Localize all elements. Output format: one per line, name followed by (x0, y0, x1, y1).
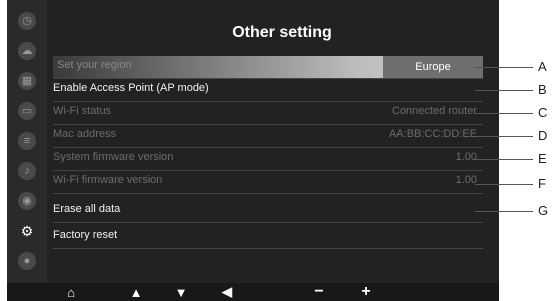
sidebar: ◷ ☁ ▦ ▭ ≡ ♪ ◉ ⚙ ● (7, 0, 47, 301)
calendar-icon[interactable]: ▦ (18, 72, 36, 90)
callout-e: E (538, 151, 547, 166)
home-icon[interactable]: ⌂ (59, 283, 83, 301)
setting-wifi-status: Wi-Fi status Connected router (53, 102, 483, 125)
callout-line-d (475, 136, 533, 137)
mac-address-label: Mac address (53, 128, 116, 140)
factory-reset-label: Factory reset (53, 229, 118, 241)
weather-icon[interactable]: ☁ (18, 42, 36, 60)
wifi-status-value: Connected router (392, 105, 477, 117)
setting-factory-reset[interactable]: Factory reset (53, 226, 483, 249)
clock-icon[interactable]: ◷ (18, 12, 36, 30)
system-firmware-label: System firmware version (53, 151, 174, 163)
wifi-firmware-value: 1.00 (455, 174, 477, 186)
setting-mac-address: Mac address AA:BB:CC:DD:EE (53, 125, 483, 148)
region-value[interactable]: Europe (383, 56, 483, 78)
callout-line-g (475, 211, 533, 212)
setting-system-firmware: System firmware version 1.00 (53, 148, 483, 171)
setting-ap-mode[interactable]: Enable Access Point (AP mode) (53, 79, 483, 102)
callout-line-a (475, 67, 533, 68)
callout-f: F (538, 176, 546, 191)
system-firmware-value: 1.00 (455, 151, 477, 163)
setting-region[interactable]: Set your region Europe (53, 56, 483, 79)
callout-b: B (538, 82, 547, 97)
mac-address-value: AA:BB:CC:DD:EE (388, 128, 477, 140)
region-label: Set your region (57, 59, 132, 71)
setting-wifi-firmware: Wi-Fi firmware version 1.00 (53, 171, 483, 194)
erase-all-data-label: Erase all data (53, 203, 121, 215)
callout-d: D (538, 128, 548, 143)
up-arrow-icon[interactable]: ▲ (124, 283, 148, 301)
callout-c: C (538, 105, 548, 120)
device-screen: ◷ ☁ ▦ ▭ ≡ ♪ ◉ ⚙ ● Other setting Set your… (7, 0, 499, 301)
callout-a: A (538, 59, 547, 74)
settings-gear-icon[interactable]: ⚙ (18, 222, 36, 240)
wifi-firmware-label: Wi-Fi firmware version (53, 174, 163, 186)
callout-line-b (475, 90, 533, 91)
plus-button[interactable]: + (354, 283, 378, 301)
sliders-icon[interactable]: ≡ (18, 132, 36, 150)
alarm-icon[interactable]: ♪ (18, 162, 36, 180)
callout-g: G (538, 203, 549, 218)
back-arrow-icon[interactable]: ◀ (215, 283, 239, 301)
display-icon[interactable]: ▭ (18, 102, 36, 120)
bottom-nav-bar: ⌂ ▲ ▼ ◀ − + (7, 283, 499, 301)
callout-line-f (475, 184, 533, 185)
callout-line-e (475, 159, 533, 160)
callout-line-c (475, 113, 533, 114)
down-arrow-icon[interactable]: ▼ (169, 283, 193, 301)
info-icon[interactable]: ● (18, 252, 36, 270)
sensor-icon[interactable]: ◉ (18, 192, 36, 210)
setting-erase-all-data[interactable]: Erase all data (53, 200, 483, 223)
wifi-status-label: Wi-Fi status (53, 105, 112, 117)
ap-mode-label: Enable Access Point (AP mode) (53, 82, 209, 94)
page-title: Other setting (232, 24, 332, 41)
minus-button[interactable]: − (307, 283, 331, 301)
